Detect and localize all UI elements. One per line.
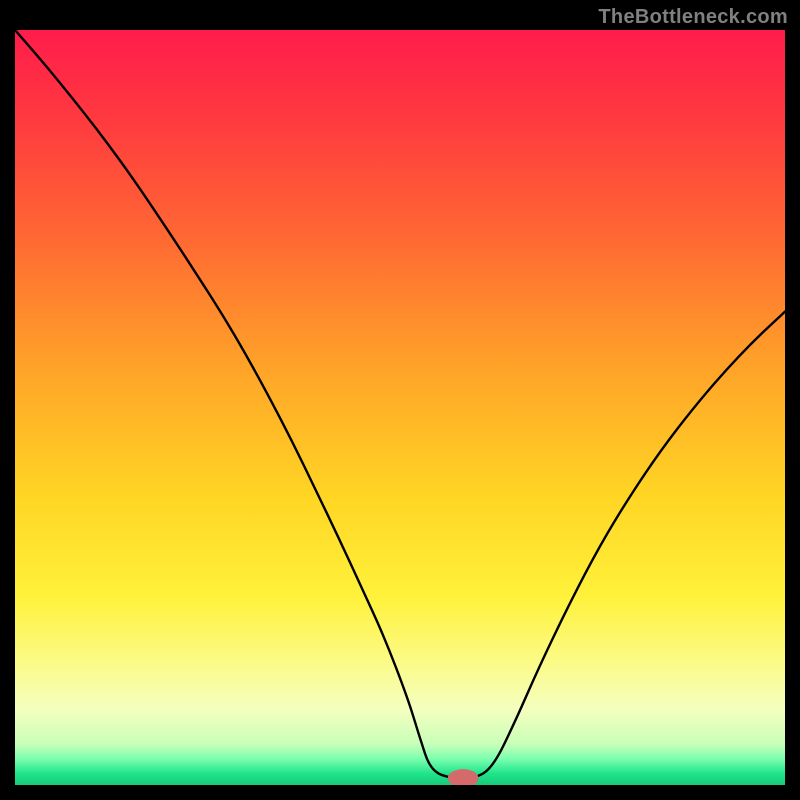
- bottleneck-chart: [15, 30, 785, 785]
- watermark-text: TheBottleneck.com: [598, 6, 788, 29]
- chart-frame: TheBottleneck.com: [0, 0, 800, 800]
- plot-area: [15, 30, 785, 785]
- gradient-background: [15, 30, 785, 785]
